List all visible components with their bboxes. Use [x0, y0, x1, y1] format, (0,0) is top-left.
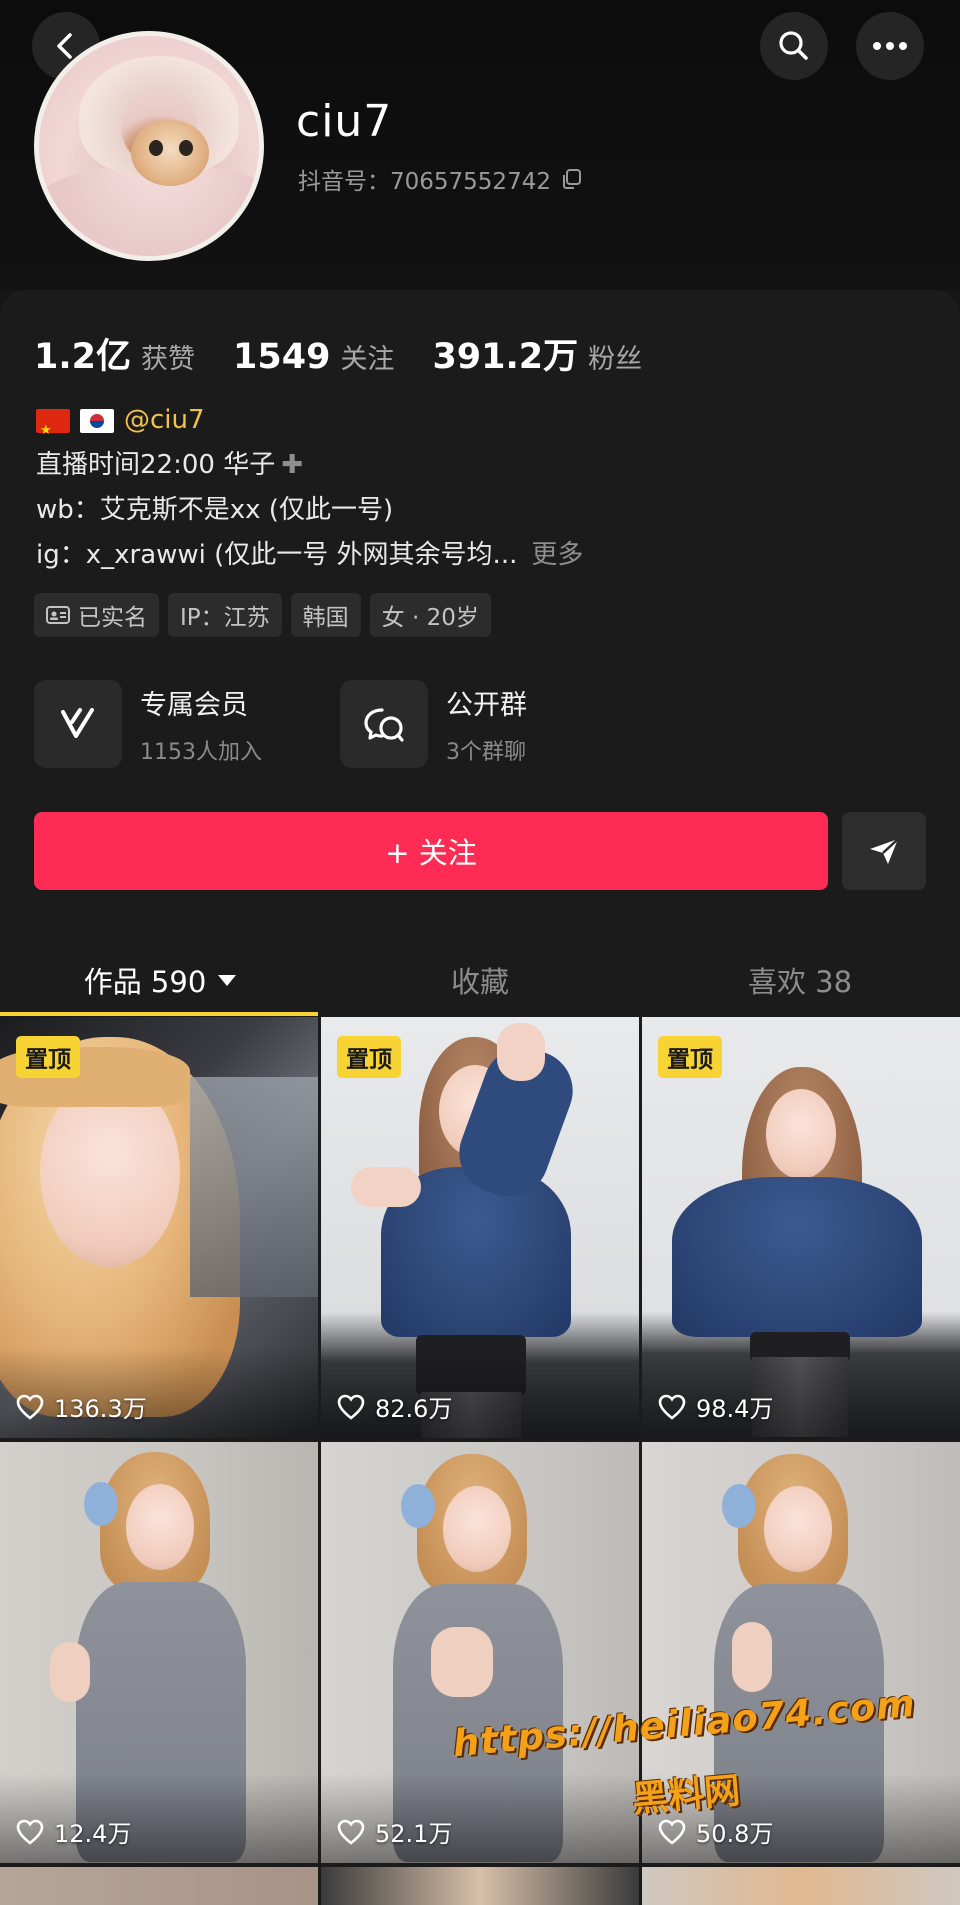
video-thumbnail[interactable]: 置顶 98.4万	[642, 1017, 960, 1438]
stat-likes-value: 1.2亿	[34, 337, 132, 377]
video-likes-count: 52.1万	[375, 1820, 453, 1848]
send-arrow-icon	[870, 838, 899, 864]
bio-line-1: @ciu7	[36, 398, 583, 453]
stat-followers-label: 粉丝	[588, 344, 643, 375]
group-chat-icon	[364, 708, 404, 742]
bio-line-2-text: 直播时间22:00 华子	[36, 450, 276, 480]
copy-icon[interactable]	[561, 168, 583, 190]
group-subtitle: 3个群聊	[446, 739, 526, 765]
video-thumbnail[interactable]: 12.4万	[0, 1442, 318, 1863]
bio[interactable]: @ciu7 直播时间22:00 华子 ✚ wb：艾克斯不是xx (仅此一号) i…	[36, 398, 583, 578]
dropdown-caret-icon	[218, 974, 237, 986]
tab-works[interactable]: 作品 590	[0, 940, 320, 1020]
plus-emoji-icon: ✚	[281, 450, 303, 480]
douyin-id-text: 抖音号：70657552742	[298, 169, 551, 195]
pinned-badge: 置顶	[16, 1036, 80, 1078]
stat-likes[interactable]: 1.2亿 获赞	[34, 328, 195, 379]
bio-line-3: wb：艾克斯不是xx (仅此一号)	[36, 488, 583, 533]
tag-ip-label: IP：江苏	[180, 605, 270, 631]
tag-country-label: 韩国	[302, 605, 349, 631]
bio-mention[interactable]: @ciu7	[124, 398, 205, 443]
more-options-button[interactable]	[856, 12, 924, 80]
tag-ip: IP：江苏	[168, 593, 282, 637]
video-likes-count: 82.6万	[375, 1395, 453, 1423]
stat-followers[interactable]: 391.2万 粉丝	[432, 328, 642, 379]
heart-icon	[337, 1819, 365, 1845]
stat-following-value: 1549	[233, 337, 331, 377]
bio-more-link[interactable]: 更多	[531, 533, 583, 578]
v-icon	[61, 708, 94, 738]
heart-icon	[16, 1819, 44, 1845]
douyin-id[interactable]: 抖音号：70657552742	[298, 162, 583, 196]
video-likes: 82.6万	[337, 1389, 452, 1424]
video-likes-count: 12.4万	[54, 1820, 132, 1848]
search-icon	[779, 31, 808, 60]
pinned-badge: 置顶	[337, 1036, 401, 1078]
heart-icon	[658, 1819, 686, 1845]
video-grid: 置顶 136.3万 置顶 82.6万 置顶 98.4万 12.4万 52.1万 …	[0, 1017, 960, 1905]
tab-liked[interactable]: 喜欢 38	[640, 940, 960, 1020]
tag-gender-age-label: 女 · 20岁	[381, 605, 479, 631]
video-likes: 52.1万	[337, 1814, 452, 1849]
stat-following[interactable]: 1549 关注	[233, 337, 394, 377]
stat-likes-label: 获赞	[141, 344, 196, 375]
video-likes: 12.4万	[16, 1814, 131, 1849]
bio-line-4-text: ig：x_xrawwi (仅此一号 外网其余号均...	[36, 540, 518, 570]
tag-verified[interactable]: 已实名	[34, 593, 159, 637]
profile-tabs: 作品 590 收藏 喜欢 38	[0, 940, 960, 1020]
tab-favorites[interactable]: 收藏	[320, 940, 640, 1020]
tag-country: 韩国	[290, 593, 361, 637]
video-thumbnail[interactable]: 52.1万	[321, 1442, 639, 1863]
follow-button[interactable]: + 关注	[34, 812, 828, 890]
video-likes-count: 98.4万	[696, 1395, 774, 1423]
search-button[interactable]	[760, 12, 828, 80]
video-likes-count: 136.3万	[54, 1395, 147, 1423]
share-button[interactable]	[842, 812, 926, 890]
video-thumbnail[interactable]: 置顶 82.6万	[321, 1017, 639, 1438]
heart-icon	[16, 1394, 44, 1420]
active-tab-indicator	[0, 1012, 318, 1016]
username: ciu7	[296, 96, 393, 147]
membership-title: 专属会员	[140, 689, 248, 721]
video-likes-count: 50.8万	[696, 1820, 774, 1848]
video-thumbnail[interactable]	[0, 1867, 318, 1905]
video-thumbnail[interactable]: 置顶 136.3万	[0, 1017, 318, 1438]
membership-subtitle: 1153人加入	[140, 739, 262, 765]
video-thumbnail[interactable]	[642, 1867, 960, 1905]
tag-verified-label: 已实名	[78, 605, 147, 631]
heart-icon	[337, 1394, 365, 1420]
video-likes: 98.4万	[658, 1389, 773, 1424]
avatar[interactable]	[34, 31, 264, 261]
profile-tags: 已实名 IP：江苏 韩国 女 · 20岁	[34, 593, 491, 637]
pinned-badge: 置顶	[658, 1036, 722, 1078]
video-likes: 50.8万	[658, 1814, 773, 1849]
membership-icon-box	[34, 680, 122, 768]
group-title: 公开群	[446, 689, 527, 721]
heart-icon	[658, 1394, 686, 1420]
group-icon-box	[340, 680, 428, 768]
korea-flag-icon	[80, 408, 114, 433]
tag-gender-age: 女 · 20岁	[369, 593, 491, 637]
video-likes: 136.3万	[16, 1389, 147, 1424]
video-thumbnail[interactable]	[321, 1867, 639, 1905]
watermark-name: 黑料网	[630, 1770, 742, 1821]
tab-favorites-label: 收藏	[450, 965, 509, 999]
exclusive-membership-entry[interactable]: 专属会员 1153人加入	[34, 680, 262, 768]
id-card-icon	[46, 606, 70, 624]
profile-stats: 1.2亿 获赞 1549 关注 391.2万 粉丝	[34, 328, 680, 379]
china-flag-icon	[36, 408, 70, 453]
bio-line-4: ig：x_xrawwi (仅此一号 外网其余号均... 更多	[36, 533, 583, 578]
stat-followers-value: 391.2万	[432, 337, 579, 377]
more-dots-icon	[873, 42, 907, 50]
public-group-entry[interactable]: 公开群 3个群聊	[340, 680, 527, 768]
bio-line-2: 直播时间22:00 华子 ✚	[36, 443, 583, 488]
stat-following-label: 关注	[340, 344, 395, 375]
tab-works-label: 作品 590	[83, 965, 207, 999]
bio-line-3-text: wb：艾克斯不是xx (仅此一号)	[36, 495, 394, 525]
tab-liked-label: 喜欢 38	[747, 965, 853, 999]
